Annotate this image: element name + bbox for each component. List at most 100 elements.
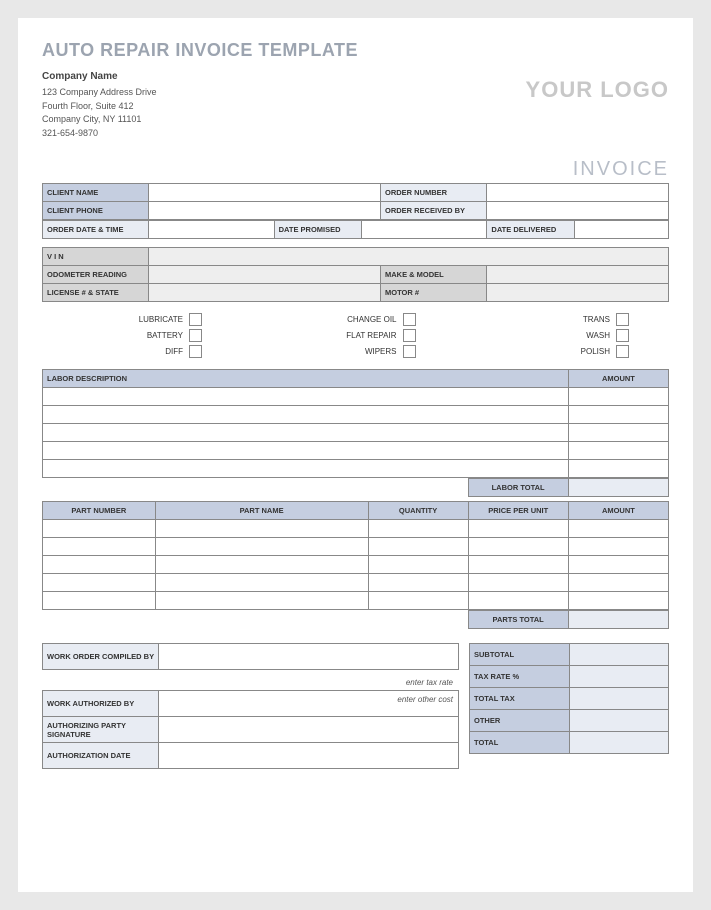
totals-table: SUBTOTAL TAX RATE % TOTAL TAX OTHER TOTA… xyxy=(469,643,669,754)
other-value[interactable] xyxy=(569,710,669,732)
part-row[interactable] xyxy=(43,538,156,556)
date-promised-label: DATE PROMISED xyxy=(274,221,362,239)
labor-row[interactable] xyxy=(43,406,569,424)
tax-rate-hint: enter tax rate xyxy=(42,674,459,690)
motor-input[interactable] xyxy=(487,284,669,302)
license-label: LICENSE # & STATE xyxy=(43,284,149,302)
part-row[interactable] xyxy=(43,592,156,610)
license-input[interactable] xyxy=(149,284,381,302)
company-city: Company City, NY 11101 xyxy=(42,113,157,127)
order-received-label: ORDER RECEIVED BY xyxy=(381,202,487,220)
labor-amount-header: AMOUNT xyxy=(568,370,668,388)
labor-row[interactable] xyxy=(43,388,569,406)
invoice-page: AUTO REPAIR INVOICE TEMPLATE Company Nam… xyxy=(18,18,693,892)
trans-box[interactable] xyxy=(616,313,629,326)
parts-total-value[interactable] xyxy=(568,611,668,629)
odometer-input[interactable] xyxy=(149,266,381,284)
date-promised-input[interactable] xyxy=(362,221,487,239)
flat-repair-box[interactable] xyxy=(403,329,416,342)
other-label: OTHER xyxy=(470,710,570,732)
auth-date-input[interactable] xyxy=(159,743,459,769)
dates-table: ORDER DATE & TIME DATE PROMISED DATE DEL… xyxy=(42,220,669,239)
qty-header: QUANTITY xyxy=(368,502,468,520)
odometer-label: ODOMETER READING xyxy=(43,266,149,284)
wash-check: WASH xyxy=(509,329,629,342)
company-phone: 321-654-9870 xyxy=(42,127,157,141)
wash-box[interactable] xyxy=(616,329,629,342)
client-order-table: CLIENT NAME ORDER NUMBER CLIENT PHONE OR… xyxy=(42,183,669,220)
labor-amount[interactable] xyxy=(568,388,668,406)
labor-desc-header: LABOR DESCRIPTION xyxy=(43,370,569,388)
order-received-input[interactable] xyxy=(487,202,669,220)
total-label: TOTAL xyxy=(470,732,570,754)
signature-label: AUTHORIZING PARTY SIGNATURE xyxy=(43,717,159,743)
date-delivered-label: DATE DELIVERED xyxy=(487,221,575,239)
service-checks: LUBRICATE CHANGE OIL TRANS BATTERY FLAT … xyxy=(42,313,669,358)
vin-label: V I N xyxy=(43,248,149,266)
change-oil-check: CHANGE OIL xyxy=(296,313,416,326)
motor-label: MOTOR # xyxy=(381,284,487,302)
tax-rate-value[interactable] xyxy=(569,666,669,688)
part-row[interactable] xyxy=(43,520,156,538)
compiled-by-label: WORK ORDER COMPILED BY xyxy=(43,644,159,670)
auth-date-label: AUTHORIZATION DATE xyxy=(43,743,159,769)
labor-total-row: LABOR TOTAL xyxy=(42,478,669,497)
total-value[interactable] xyxy=(569,732,669,754)
part-row[interactable] xyxy=(43,574,156,592)
subtotal-label: SUBTOTAL xyxy=(470,644,570,666)
order-date-input[interactable] xyxy=(149,221,274,239)
client-name-input[interactable] xyxy=(149,184,381,202)
authorized-by-input[interactable] xyxy=(159,691,459,717)
battery-box[interactable] xyxy=(189,329,202,342)
flat-repair-check: FLAT REPAIR xyxy=(296,329,416,342)
signature-input[interactable] xyxy=(159,717,459,743)
battery-check: BATTERY xyxy=(82,329,202,342)
tax-rate-label: TAX RATE % xyxy=(470,666,570,688)
wipers-box[interactable] xyxy=(403,345,416,358)
polish-check: POLISH xyxy=(509,345,629,358)
diff-check: DIFF xyxy=(82,345,202,358)
parts-total-row: PARTS TOTAL xyxy=(42,610,669,629)
make-model-label: MAKE & MODEL xyxy=(381,266,487,284)
order-date-label: ORDER DATE & TIME xyxy=(43,221,149,239)
labor-amount[interactable] xyxy=(568,424,668,442)
diff-box[interactable] xyxy=(189,345,202,358)
parts-amount-header: AMOUNT xyxy=(568,502,668,520)
authorized-by-label: WORK AUTHORIZED BY xyxy=(43,691,159,717)
bottom-section: WORK ORDER COMPILED BY enter tax rate WO… xyxy=(42,643,669,754)
date-delivered-input[interactable] xyxy=(575,221,669,239)
order-number-label: ORDER NUMBER xyxy=(381,184,487,202)
make-model-input[interactable] xyxy=(487,266,669,284)
change-oil-box[interactable] xyxy=(403,313,416,326)
labor-table: LABOR DESCRIPTION AMOUNT xyxy=(42,369,669,478)
order-number-input[interactable] xyxy=(487,184,669,202)
labor-total-value[interactable] xyxy=(568,479,668,497)
labor-total-label: LABOR TOTAL xyxy=(468,479,568,497)
part-row[interactable] xyxy=(43,556,156,574)
labor-row[interactable] xyxy=(43,460,569,478)
parts-total-label: PARTS TOTAL xyxy=(468,611,568,629)
trans-check: TRANS xyxy=(509,313,629,326)
vin-input[interactable] xyxy=(149,248,669,266)
logo-placeholder: YOUR LOGO xyxy=(526,77,669,103)
header-row: Company Name 123 Company Address Drive F… xyxy=(42,69,669,140)
invoice-label: INVOICE xyxy=(42,158,669,181)
labor-amount[interactable] xyxy=(568,442,668,460)
polish-box[interactable] xyxy=(616,345,629,358)
part-number-header: PART NUMBER xyxy=(43,502,156,520)
labor-row[interactable] xyxy=(43,424,569,442)
compiled-by-table: WORK ORDER COMPILED BY xyxy=(42,643,459,670)
authorization-table: WORK AUTHORIZED BY AUTHORIZING PARTY SIG… xyxy=(42,690,459,769)
company-info: Company Name 123 Company Address Drive F… xyxy=(42,69,157,140)
company-address1: 123 Company Address Drive xyxy=(42,86,157,100)
compiled-by-input[interactable] xyxy=(159,644,459,670)
subtotal-value[interactable] xyxy=(569,644,669,666)
total-tax-label: TOTAL TAX xyxy=(470,688,570,710)
client-phone-input[interactable] xyxy=(149,202,381,220)
labor-row[interactable] xyxy=(43,442,569,460)
price-header: PRICE PER UNIT xyxy=(468,502,568,520)
total-tax-value[interactable] xyxy=(569,688,669,710)
labor-amount[interactable] xyxy=(568,460,668,478)
lubricate-box[interactable] xyxy=(189,313,202,326)
labor-amount[interactable] xyxy=(568,406,668,424)
